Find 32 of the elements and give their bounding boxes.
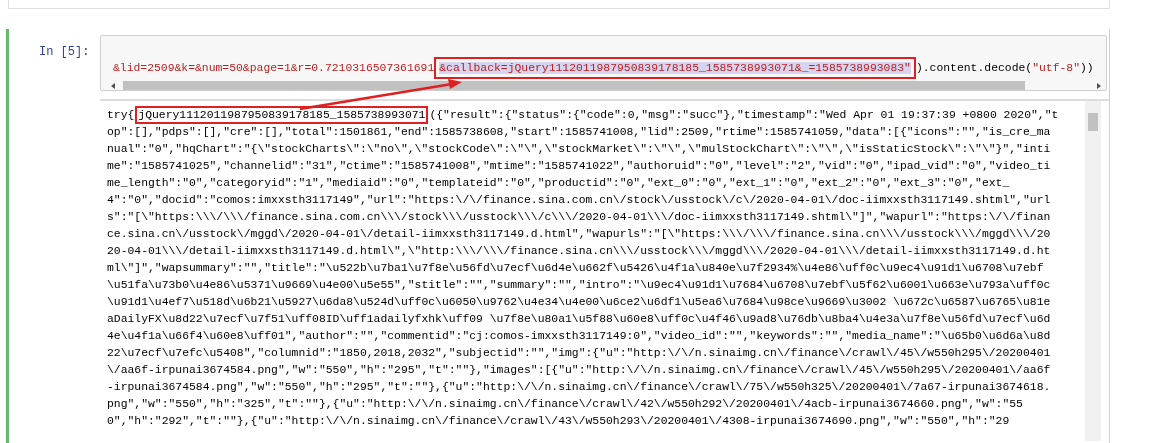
output-line: 4e\u4f1a\u66f4\u60e8\uff01","author":"","commentid":"cj:comos-imxxsth3117149:0","video_id":"","keywords":"","media_name":"\u65b0\u6d6a\u8d xyxy=(107,329,1052,344)
code-text: )) xyxy=(1080,62,1094,74)
output-text: ({"result":{"status":{"code":0,"msg":"succ"},"timestamp":"Wed Apr 01 19:37:39 +0800 2020","t xyxy=(429,109,1059,121)
output-line: 4":"0","docid":"comos:imxxsth3117149","url":"https:\/\/finance.sina.com.cn\/stock\/usstock\/c\/2020-04-01\/doc-iimxxsth3117149.shtml","url xyxy=(107,193,1052,208)
output-line: -irpunai3674584.png","w":"550","h":"295","t":""},{"u":"http:\/\/n.sinaimg.cn\/finance\/crawl\/75\/w550h325\/20200401\/7a67-irpunai3674618. xyxy=(107,380,1052,395)
output-line: 0","h":"292","t":""},{"u":"http:\/\/n.sinaimg.cn\/finance\/crawl\/43\/w550h293\/20200401\/4308-irpunai3674690.png","w":"550","h":"29 xyxy=(107,414,1011,429)
output-line: me_length":"0","categoryid":"1","mediaid":"0","templateid":"0","productid":"0","ext_0":"0","ext_1":"0","ext_2":"0","ext_3":"0","ext_ xyxy=(107,176,1011,191)
output-line: op":[],"pdps":[],"cre":[],"total":1501861,"end":1585738608,"start":1585741008,"lid":2509,"rtime":1585741059,"data":[{"icons":"","is_cre_ma xyxy=(107,125,1052,140)
code-text: &lid=2509&k=&num=50&page=1&r=0.7210316507361691 xyxy=(113,62,435,74)
scroll-left-icon[interactable] xyxy=(109,82,117,90)
scroll-right-icon[interactable] xyxy=(1095,82,1103,90)
code-text: "utf-8" xyxy=(1032,62,1080,74)
output-line: 22\u7ecf\u7efc\u5408","columnid":"1850,2018,2032","subjectid":"","img":{"u":"http:\/\/n.sinaimg.cn\/finance\/crawl\/45\/w550h295\/20200401 xyxy=(107,346,1052,361)
output-line: nual":"0","hqChart":"{\"stockCharts\":\"no\",\"stockCode\":\"\",\"stockMarket\":\"\",\"mulStockChart\":\"\",\"isStaticStock\":\"\"}","inti xyxy=(107,142,1052,157)
output-line: 20-04-01\\\/detail-iimxxsth3117149.d.html\",\"http:\\\/\\\/finance.sina.cn\\\/usstock\\\/mggd\\\/2020-04-01\\\/detail-iimxxsth3117149.d.ht xyxy=(107,244,1052,259)
output-line: \u51fa\u73b0\u4e86\u5371\u9669\u4e00\u5e55","stitle":"","summary":"","intro":"\u9ec4\u91d1\u7684\u6708\u7ebf\u5f62\u6001\u663e\u793a\uff0c xyxy=(107,278,1052,293)
code-text: ).content.decode( xyxy=(915,62,1033,74)
output-line: png","w":"550","h":"325","t":""},{"u":"http:\/\/n.sinaimg.cn\/finance\/crawl\/42\/w550h292\/20200401\/4acb-irpunai3674660.png","w":"55 xyxy=(107,397,1024,412)
output-line: s":"[\"https:\\\/\\\/finance.sina.com.cn\\\/stock\\\/usstock\\\/c\\\/2020-04-01\\\/doc-iimxxsth3117149.shtml\"]","wapurl":"https:\/\/finan xyxy=(107,210,1052,225)
highlighted-output: jQuery1112011987950839178185_1585738993071 xyxy=(138,109,426,121)
output-line: \u91d1\u4ef7\u518d\u6b21\u5927\u6da8\u524d\uff0c\u6050\u9762\u4e34\u4e00\u6ce2\u6df1\u5ea6\u7684\u98ce\u9669\u3002 \u672c\u6587\u6765\u81e xyxy=(107,295,1052,310)
vertical-scrollbar[interactable] xyxy=(1085,101,1101,441)
output-line: ml\"]","wapsummary":"","title":"\u522b\u7ba1\u7f8e\u56fd\u7ecf\u6d4e\u662f\u5426\u4f1a\u840e\u7f2934%\u4e86\uff0c\u9ec4\u91d1\u6708\u7ebf xyxy=(107,261,1045,276)
horizontal-scrollbar[interactable] xyxy=(109,80,1103,90)
output-line: \/aa6f-irpunai3674584.png","w":"550","h":"295","t":""},"images":[{"u":"http:\/\/n.sinaimg.cn\/finance\/crawl\/45\/w550h295\/20200401\/aa6f xyxy=(107,363,1052,378)
notebook-cell[interactable] xyxy=(6,29,1110,443)
output-line: aDailyFX\u8d22\u7ecf\u7f51\uff08ID\uff1adailyfxhk\uff09 \u7f8e\u80a1\u5f88\u60e8\uff0c\u4f46\u9ad8\u76db\u8ba4\u4e3a\u7f8e\u56fd\u7ecf\u6d xyxy=(107,312,1052,327)
input-prompt: In [5]: xyxy=(38,44,91,61)
code-editor[interactable]: &lid=2509&k=&num=50&page=1&r=0.7210316507361691 &callback=jQuery1112011987950839178185_1585738993071&_=1585738993083" ).content.decode("utf-8")) xyxy=(100,35,1107,91)
output-text: try{ xyxy=(107,109,135,121)
output-line: me":"1585741025","channelid":"31","ctime":"1585741008","mtime":"1585741022","authoruid":"0","level":"2","vid":"0","ipad_vid":"0","video_ti xyxy=(107,159,1052,174)
output-line: ce.sina.cn\/usstock\/mggd\/2020-04-01\/detail-iimxxsth3117149.d.html","wapurls":"[\"https:\\\/\\\/finance.sina.cn\\\/usstock\\\/mggd\\\/20 xyxy=(107,227,1052,242)
